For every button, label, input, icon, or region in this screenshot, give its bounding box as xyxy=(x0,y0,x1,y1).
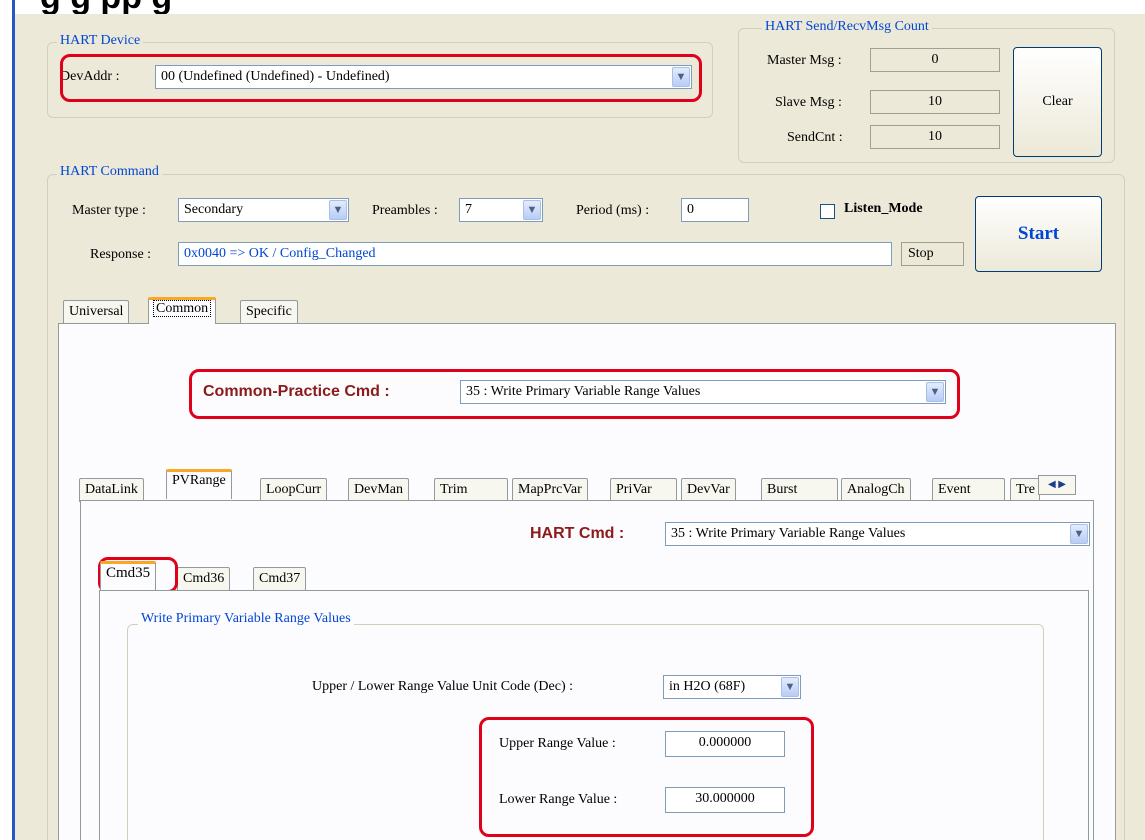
master-type-label: Master type : xyxy=(72,203,146,218)
hart-cmd-select[interactable]: 35 : Write Primary Variable Range Values… xyxy=(665,522,1090,546)
slave-msg-label: Slave Msg : xyxy=(775,95,842,110)
subtab-privar[interactable]: PriVar xyxy=(610,478,677,502)
range-values-highlight xyxy=(479,717,814,837)
chevron-down-icon[interactable]: ▼ xyxy=(781,677,799,697)
tab-common[interactable]: Common xyxy=(148,297,217,324)
hart-command-title: HART Command xyxy=(57,164,162,180)
unit-code-label: Upper / Lower Range Value Unit Code (Dec… xyxy=(312,679,573,694)
listen-mode-label: Listen_Mode xyxy=(844,201,923,216)
write-range-title: Write Primary Variable Range Values xyxy=(138,611,354,627)
tab-common-label: Common xyxy=(152,300,212,317)
hart-device-title: HART Device xyxy=(57,33,144,49)
subtab-devvar[interactable]: DevVar xyxy=(681,478,736,502)
subtab-burst[interactable]: Burst xyxy=(761,478,838,502)
slave-msg-value: 10 xyxy=(870,90,1000,114)
subtab-datalink[interactable]: DataLink xyxy=(79,478,144,502)
period-input[interactable]: 0 xyxy=(681,198,749,222)
unit-code-value: in H2O (68F) xyxy=(669,679,746,694)
preambles-value: 7 xyxy=(465,202,472,217)
tab-cmd36[interactable]: Cmd36 xyxy=(177,567,231,591)
subtab-analogch[interactable]: AnalogCh xyxy=(841,478,911,502)
master-msg-value: 0 xyxy=(870,48,1000,72)
subtab-devman[interactable]: DevMan xyxy=(348,478,409,502)
subtab-pvrange[interactable]: PVRange xyxy=(166,469,232,499)
tab-specific[interactable]: Specific xyxy=(240,300,298,324)
tab-scroll-control[interactable]: ◀ ▶ xyxy=(1038,475,1076,495)
listen-mode-checkbox[interactable] xyxy=(820,204,835,219)
master-type-value: Secondary xyxy=(184,202,244,217)
subtab-tre[interactable]: Tre xyxy=(1010,478,1040,502)
sendcnt-label: SendCnt : xyxy=(787,130,843,145)
stop-status: Stop xyxy=(901,242,964,266)
subtab-trim[interactable]: Trim xyxy=(434,478,508,502)
response-field: 0x0040 => OK / Config_Changed xyxy=(178,242,892,266)
subtab-loopcurr[interactable]: LoopCurr xyxy=(260,478,328,502)
response-label: Response : xyxy=(90,247,152,262)
subtab-mapprcvar[interactable]: MapPrcVar xyxy=(512,478,588,502)
clear-button[interactable]: Clear xyxy=(1013,47,1102,157)
chevron-down-icon[interactable]: ▼ xyxy=(1070,524,1088,544)
devaddr-highlight xyxy=(60,54,702,102)
hart-cmd-label: HART Cmd : xyxy=(530,525,625,542)
master-msg-label: Master Msg : xyxy=(767,53,842,68)
tab-cmd37[interactable]: Cmd37 xyxy=(253,567,307,591)
master-type-select[interactable]: Secondary ▼ xyxy=(178,198,349,222)
start-button[interactable]: Start xyxy=(975,196,1102,272)
app-window: HART Device DevAddr : 00 (Undefined (Und… xyxy=(15,14,1145,840)
top-caption-fragment: g g pp g xyxy=(0,0,1145,14)
chevron-down-icon[interactable]: ▼ xyxy=(523,200,541,220)
caption-text: g g pp g xyxy=(40,0,172,14)
common-practice-highlight xyxy=(189,369,960,419)
preambles-select[interactable]: 7 ▼ xyxy=(459,198,543,222)
period-label: Period (ms) : xyxy=(576,203,650,218)
chevron-down-icon[interactable]: ▼ xyxy=(329,200,347,220)
msg-count-title: HART Send/RecvMsg Count xyxy=(762,19,932,35)
subtab-event[interactable]: Event xyxy=(932,478,1005,502)
unit-code-select[interactable]: in H2O (68F) ▼ xyxy=(663,675,801,699)
hart-cmd-value: 35 : Write Primary Variable Range Values xyxy=(671,526,906,541)
tab-universal[interactable]: Universal xyxy=(63,300,130,324)
tab-cmd35[interactable]: Cmd35 xyxy=(100,561,157,590)
chevron-left-icon[interactable]: ◀ xyxy=(1048,479,1056,490)
preambles-label: Preambles : xyxy=(372,203,438,218)
sendcnt-value: 10 xyxy=(870,125,1000,149)
chevron-right-icon[interactable]: ▶ xyxy=(1058,479,1066,490)
